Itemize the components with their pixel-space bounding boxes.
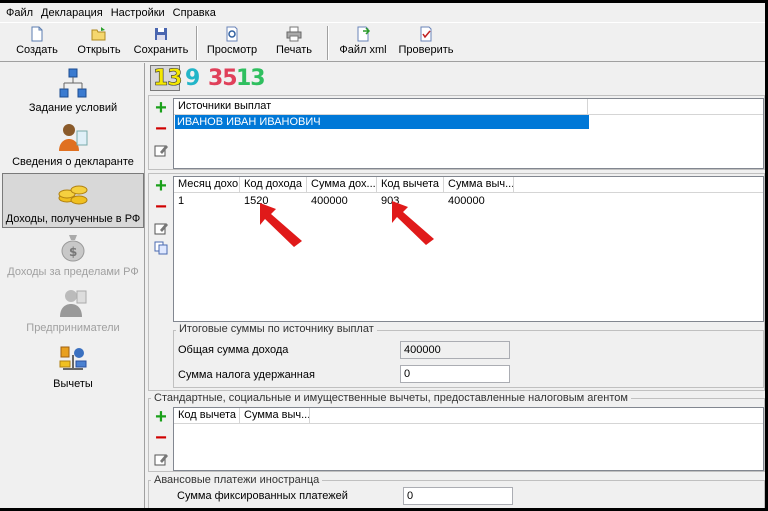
nav-conditions[interactable]: Задание условий (2, 67, 144, 119)
floppy-disk-icon (153, 26, 169, 42)
cell-income-sum: 400000 (311, 195, 348, 207)
create-button[interactable]: Создать (12, 23, 62, 62)
nav-income-rf[interactable]: Доходы, полученные в РФ (2, 173, 144, 228)
toolbar-separator (196, 26, 198, 60)
rate-tab-13[interactable]: 13 (153, 66, 183, 92)
new-document-icon (29, 26, 45, 42)
save-button[interactable]: Сохранить (132, 23, 190, 62)
red-arrow-annotation-deduction-code (392, 201, 434, 245)
advance-payments-groupbox: Авансовые платежи иностранца Сумма фикси… (148, 474, 765, 508)
nav-entrepreneurs[interactable]: Предприниматели (2, 287, 144, 339)
rate-tab-35[interactable]: 35 (208, 66, 238, 91)
cell-deduction-sum: 400000 (448, 195, 485, 207)
businessman-icon (57, 287, 89, 319)
printer-icon (286, 26, 302, 42)
deductions-panel: Стандартные, социальные и имущественные … (148, 392, 765, 472)
totals-title: Итоговые суммы по источнику выплат (176, 323, 377, 335)
menu-help[interactable]: Справка (173, 7, 216, 19)
fixed-payments-input[interactable]: 0 (403, 487, 513, 505)
add-income-plus-icon[interactable]: + (153, 176, 169, 196)
svg-text:$: $ (69, 245, 77, 259)
preview-icon (224, 26, 240, 42)
nav-deductions[interactable]: Вычеты (2, 343, 144, 395)
menu-settings[interactable]: Настройки (111, 7, 165, 19)
rate-tab-13-second[interactable]: 13 (236, 66, 266, 91)
print-button[interactable]: Печать (270, 23, 318, 62)
add-source-plus-icon[interactable]: + (153, 98, 169, 118)
xml-export-icon (355, 26, 371, 42)
totals-groupbox: Итоговые суммы по источнику выплат Общая… (173, 323, 764, 388)
column-header-deduction-code[interactable]: Код вычета (377, 177, 444, 192)
column-header-deduction-sum[interactable]: Сумма выч... (240, 408, 310, 423)
toolbar: Создать Открыть Сохранить Просмотр Печат… (0, 22, 765, 62)
remove-income-minus-icon[interactable]: − (153, 197, 169, 217)
income-list-header: Месяц дохо... Код дохода Сумма дох... Ко… (174, 177, 763, 193)
column-header-deduction-sum[interactable]: Сумма выч... (444, 177, 514, 192)
remove-source-minus-icon[interactable]: − (153, 119, 169, 139)
edit-source-icon[interactable] (153, 142, 169, 158)
deductions-list: Код вычета Сумма выч... (173, 407, 764, 471)
person-card-icon (57, 121, 89, 153)
column-header-income-sum[interactable]: Сумма дох... (307, 177, 377, 192)
rate-tab-9[interactable]: 9 (185, 66, 200, 91)
menu-file[interactable]: Файл (6, 7, 33, 19)
copy-income-icon[interactable] (153, 240, 169, 256)
toolbar-separator (327, 26, 329, 60)
column-header-income-code[interactable]: Код дохода (240, 177, 307, 192)
column-header-sources[interactable]: Источники выплат (174, 99, 588, 114)
deductions-title: Стандартные, социальные и имущественные … (151, 392, 631, 404)
coins-icon (57, 178, 89, 210)
total-income-field: 400000 (400, 341, 510, 359)
column-header-month[interactable]: Месяц дохо... (174, 177, 240, 192)
income-panel: + − Месяц дохо... Код дохода Сумма дох..… (148, 173, 765, 391)
cell-month: 1 (178, 195, 185, 207)
left-navigation: Задание условий Сведения о декларанте До… (2, 63, 145, 508)
hierarchy-icon (57, 67, 89, 99)
fixed-payments-label: Сумма фиксированных платежей (177, 490, 348, 502)
income-toolbar: + − (153, 176, 171, 258)
red-arrow-annotation-income-code (260, 203, 302, 247)
tax-withheld-label: Сумма налога удержанная (178, 369, 315, 381)
edit-deduction-icon[interactable] (153, 451, 169, 467)
add-deduction-plus-icon[interactable]: + (153, 407, 169, 427)
tax-rate-tabs: 13 9 35 13 (148, 63, 765, 93)
scales-money-icon (57, 343, 89, 375)
total-income-label: Общая сумма дохода (178, 344, 289, 356)
open-button[interactable]: Открыть (74, 23, 124, 62)
sources-list-header: Источники выплат (174, 99, 763, 115)
menu-declaration[interactable]: Декларация (41, 7, 103, 19)
open-folder-icon (91, 26, 107, 42)
preview-button[interactable]: Просмотр (203, 23, 261, 62)
money-bag-icon: $ (57, 231, 89, 263)
deductions-list-header: Код вычета Сумма выч... (174, 408, 763, 424)
remove-deduction-minus-icon[interactable]: − (153, 428, 169, 448)
sources-panel: + − Источники выплат ИВАНОВ ИВАН ИВАНОВИ… (148, 95, 765, 170)
nav-income-abroad[interactable]: $ Доходы за пределами РФ (2, 231, 144, 283)
menu-bar: Файл Декларация Настройки Справка (0, 3, 765, 22)
column-header-deduction-code[interactable]: Код вычета (174, 408, 240, 423)
checkmark-document-icon (418, 26, 434, 42)
sources-list: Источники выплат ИВАНОВ ИВАН ИВАНОВИЧ (173, 98, 764, 169)
tax-withheld-input[interactable]: 0 (400, 365, 510, 383)
edit-income-icon[interactable] (153, 220, 169, 236)
deductions-toolbar: + − (153, 407, 171, 469)
source-row-selected[interactable]: ИВАНОВ ИВАН ИВАНОВИЧ (175, 115, 589, 129)
sources-toolbar: + − (153, 98, 171, 160)
xml-file-button[interactable]: Файл xml (336, 23, 390, 62)
check-button[interactable]: Проверить (396, 23, 456, 62)
advance-payments-title: Авансовые платежи иностранца (151, 474, 323, 486)
nav-declarant-info[interactable]: Сведения о декларанте (2, 121, 144, 173)
income-list: Месяц дохо... Код дохода Сумма дох... Ко… (173, 176, 764, 322)
